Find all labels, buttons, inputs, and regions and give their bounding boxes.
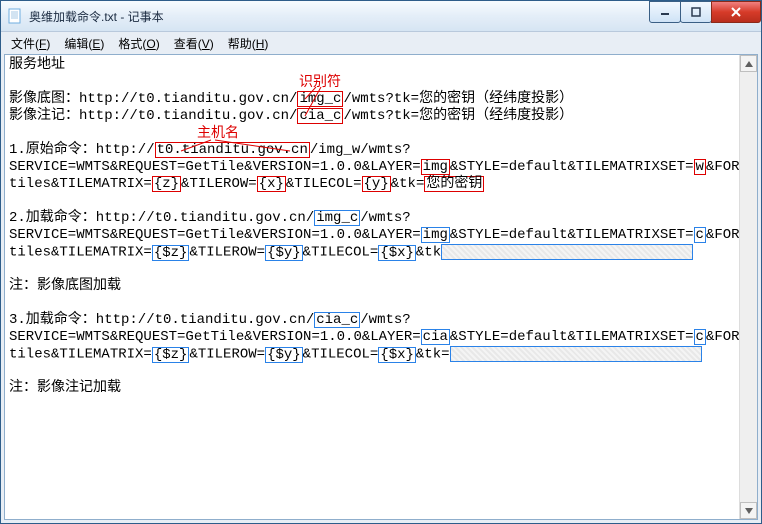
maximize-button[interactable] <box>680 1 712 23</box>
highlight-x: {$x} <box>378 245 416 261</box>
annotation-line: 识别符 <box>9 74 736 91</box>
highlight-img_c: img_c <box>297 91 343 107</box>
text-line: SERVICE=WMTS&REQUEST=GetTile&VERSION=1.0… <box>9 159 736 176</box>
menu-file[interactable]: 文件(F) <box>5 33 56 54</box>
text-line: 注：影像底图加载 <box>9 278 736 295</box>
text-line: 2.加载命令：http://t0.tianditu.gov.cn/img_c/w… <box>9 210 736 227</box>
app-icon <box>7 8 23 24</box>
text-line: SERVICE=WMTS&REQUEST=GetTile&VERSION=1.0… <box>9 329 736 346</box>
text-line: 服务地址 <box>9 57 736 74</box>
highlight-key: 您的密钥 <box>424 176 484 192</box>
titlebar[interactable]: 奥维加载命令.txt - 记事本 <box>1 1 761 32</box>
blank-line <box>9 261 736 278</box>
text-line: tiles&TILEMATRIX={z}&TILEROW={x}&TILECOL… <box>9 176 736 193</box>
window-title: 奥维加载命令.txt - 记事本 <box>29 8 164 25</box>
text-line: tiles&TILEMATRIX={$z}&TILEROW={$y}&TILEC… <box>9 346 736 363</box>
censored-key <box>450 346 702 362</box>
highlight-z: {z} <box>152 176 181 192</box>
caption-buttons <box>650 1 761 23</box>
highlight-matrixset: c <box>694 227 706 243</box>
text-line: 注：影像注记加载 <box>9 380 736 397</box>
highlight-y: {$y} <box>265 347 303 363</box>
close-button[interactable] <box>711 1 761 23</box>
text-line: 影像底图：http://t0.tianditu.gov.cn/img_c/wmt… <box>9 91 736 108</box>
highlight-x: {$x} <box>378 347 416 363</box>
highlight-cia_c: cia_c <box>314 312 360 328</box>
text-line: tiles&TILEMATRIX={$z}&TILEROW={$y}&TILEC… <box>9 244 736 261</box>
menu-view[interactable]: 查看(V) <box>168 33 220 54</box>
highlight-y: {y} <box>362 176 391 192</box>
scroll-up-button[interactable] <box>740 55 757 72</box>
highlight-matrixset: c <box>694 329 706 345</box>
annotation-line: 主机名 <box>9 125 736 142</box>
highlight-layer: img <box>421 159 450 175</box>
scroll-down-button[interactable] <box>740 502 757 519</box>
highlight-x: {x} <box>257 176 286 192</box>
annotation-identifier: 识别符 <box>299 75 341 90</box>
text-line: 影像注记：http://t0.tianditu.gov.cn/cia_c/wmt… <box>9 108 736 125</box>
highlight-layer: img <box>421 227 450 243</box>
text-line: 3.加载命令：http://t0.tianditu.gov.cn/cia_c/w… <box>9 312 736 329</box>
highlight-hostname: t0.tianditu.gov.cn <box>155 142 310 158</box>
highlight-img_c: img_c <box>314 210 360 226</box>
menu-format[interactable]: 格式(O) <box>112 33 165 54</box>
blank-line <box>9 363 736 380</box>
text-editor[interactable]: 服务地址 识别符 影像底图：http://t0.tianditu.gov.cn/… <box>5 55 740 519</box>
editor-frame: 服务地址 识别符 影像底图：http://t0.tianditu.gov.cn/… <box>4 54 758 520</box>
text-line: 1.原始命令：http://t0.tianditu.gov.cn/img_w/w… <box>9 142 736 159</box>
highlight-matrixset: w <box>694 159 706 175</box>
censored-key <box>441 244 693 260</box>
menu-edit[interactable]: 编辑(E) <box>58 33 110 54</box>
highlight-y: {$y} <box>265 245 303 261</box>
notepad-window: 奥维加载命令.txt - 记事本 文件(F) 编辑(E) 格式(O) 查看(V)… <box>0 0 762 524</box>
minimize-button[interactable] <box>649 1 681 23</box>
blank-line <box>9 193 736 210</box>
highlight-z: {$z} <box>152 347 190 363</box>
menu-bar: 文件(F) 编辑(E) 格式(O) 查看(V) 帮助(H) <box>1 32 761 54</box>
vertical-scrollbar[interactable] <box>739 55 757 519</box>
blank-line <box>9 295 736 312</box>
menu-help[interactable]: 帮助(H) <box>222 33 275 54</box>
text-line: SERVICE=WMTS&REQUEST=GetTile&VERSION=1.0… <box>9 227 736 244</box>
highlight-cia_c: cia_c <box>297 108 343 124</box>
highlight-layer: cia <box>421 329 450 345</box>
annotation-hostname: 主机名 <box>197 126 239 141</box>
highlight-z: {$z} <box>152 245 190 261</box>
